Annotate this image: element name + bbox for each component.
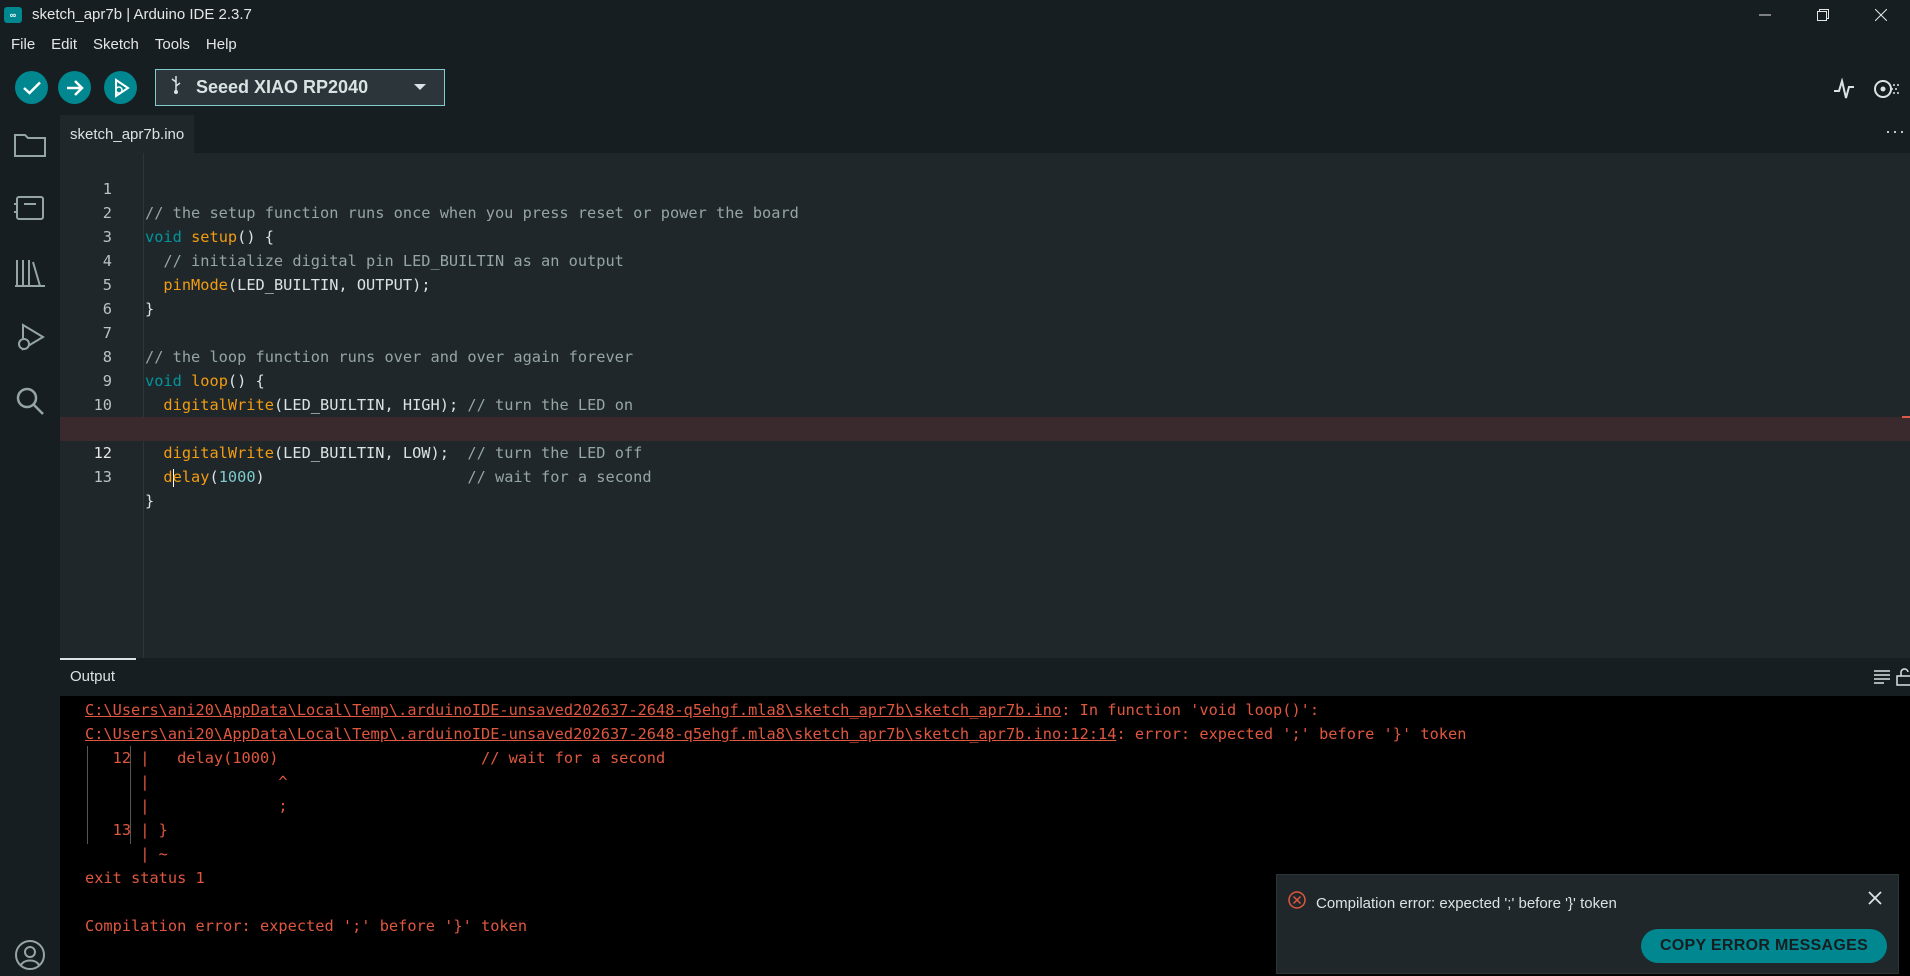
code-line: 13 } (60, 441, 1910, 510)
menu-tools[interactable]: Tools (147, 36, 198, 53)
code-line: 5 } (60, 249, 1910, 318)
code-line: 4 pinMode(LED_BUILTIN, OUTPUT); (60, 225, 1910, 294)
window-controls (1736, 0, 1910, 29)
output-tab-indicator (60, 658, 136, 660)
tab-sketch-file[interactable]: sketch_apr7b.ino (60, 115, 195, 153)
restore-icon[interactable] (1794, 0, 1852, 29)
output-text: : error: expected ';' before '}' token (1116, 725, 1467, 743)
arrow-right-icon (66, 79, 84, 96)
account-icon[interactable] (12, 937, 48, 973)
upload-button[interactable] (58, 71, 91, 104)
serial-monitor-icon[interactable] (1872, 75, 1900, 103)
library-icon[interactable] (12, 255, 48, 291)
output-file-link[interactable]: C:\Users\ani20\AppData\Local\Temp\.ardui… (85, 725, 1116, 743)
output-file-link[interactable]: C:\Users\ani20\AppData\Local\Temp\.ardui… (85, 701, 1061, 719)
code-line: 6 (60, 273, 1910, 318)
folder-icon[interactable] (12, 126, 48, 162)
menu-help[interactable]: Help (198, 36, 245, 53)
minimize-icon[interactable] (1736, 0, 1794, 29)
window-title: sketch_apr7b | Arduino IDE 2.3.7 (32, 6, 252, 23)
output-line: | ~ (85, 845, 168, 863)
arduino-logo-icon: ∞ (4, 6, 22, 23)
serial-plotter-icon[interactable] (1830, 75, 1858, 103)
error-marker (1902, 416, 1910, 418)
usb-icon (170, 76, 182, 99)
more-options-icon[interactable]: ··· (1885, 121, 1906, 142)
board-name: Seeed XIAO RP2040 (196, 77, 369, 97)
menu-file[interactable]: File (3, 36, 43, 53)
menu-bar: File Edit Sketch Tools Help (0, 29, 1910, 59)
unlock-icon[interactable] (1895, 668, 1910, 686)
menu-sketch[interactable]: Sketch (85, 36, 147, 53)
debug-play-icon (114, 77, 130, 98)
output-line: | ^ (85, 773, 288, 791)
checkmark-icon (22, 81, 41, 95)
code-line: 3 // initialize digital pin LED_BUILTIN … (60, 201, 1910, 270)
code-text: delay(1000) // wait for a second (163, 468, 652, 487)
code-line: 11 digitalWrite(LED_BUILTIN, LOW); // tu… (60, 393, 1910, 462)
output-title[interactable]: Output (70, 668, 115, 685)
search-icon[interactable] (12, 383, 48, 419)
code-text: } (145, 492, 155, 510)
output-line: C:\Users\ani20\AppData\Local\Temp\.ardui… (85, 698, 1319, 722)
output-line: 13 | } (85, 821, 168, 839)
code-line: 7 // the loop function runs over and ove… (60, 297, 1910, 366)
debug-icon[interactable] (12, 320, 48, 356)
error-toast: Compilation error: expected ';' before '… (1276, 874, 1899, 974)
close-window-icon[interactable] (1852, 0, 1910, 29)
copy-error-messages-button[interactable]: COPY ERROR MESSAGES (1641, 929, 1887, 963)
code-line: 1 // the setup function runs once when y… (60, 153, 1910, 222)
debug-button[interactable] (104, 71, 137, 104)
output-line: exit status 1 (85, 869, 205, 887)
error-icon (1288, 891, 1306, 909)
clear-output-icon[interactable] (1873, 668, 1891, 686)
output-text: : In function 'void loop()': (1061, 701, 1320, 719)
toast-message: Compilation error: expected ';' before '… (1316, 895, 1617, 912)
title-bar: ∞ sketch_apr7b | Arduino IDE 2.3.7 (0, 0, 1910, 29)
code-editor[interactable]: 1 // the setup function runs once when y… (60, 153, 1910, 658)
toolbar: Seeed XIAO RP2040 (0, 59, 1910, 115)
code-line: 8 void loop() { (60, 321, 1910, 390)
output-line: C:\Users\ani20\AppData\Local\Temp\.ardui… (85, 722, 1466, 746)
close-icon[interactable] (1866, 889, 1884, 907)
left-sidebar (0, 115, 60, 976)
menu-edit[interactable]: Edit (43, 36, 85, 53)
output-line: | ; (85, 797, 288, 815)
code-line: 2 void setup() { (60, 177, 1910, 246)
editor-tabs: sketch_apr7b.ino ··· (60, 115, 1910, 153)
verify-button[interactable] (15, 71, 48, 104)
code-line: 9 digitalWrite(LED_BUILTIN, HIGH); // tu… (60, 345, 1910, 414)
output-line: Compilation error: expected ';' before '… (85, 917, 528, 935)
code-line-error: 12 delay(1000) // wait for a second (60, 416, 1910, 487)
code-line: 10 delay(1000); // wait for a second (60, 369, 1910, 438)
line-number: 13 (93, 468, 112, 486)
board-icon[interactable] (12, 190, 48, 226)
output-header: Output (60, 658, 1910, 696)
chevron-down-icon (414, 84, 426, 90)
board-selector[interactable]: Seeed XIAO RP2040 (155, 69, 445, 106)
output-line: 12 | delay(1000) // wait for a second (85, 749, 666, 767)
